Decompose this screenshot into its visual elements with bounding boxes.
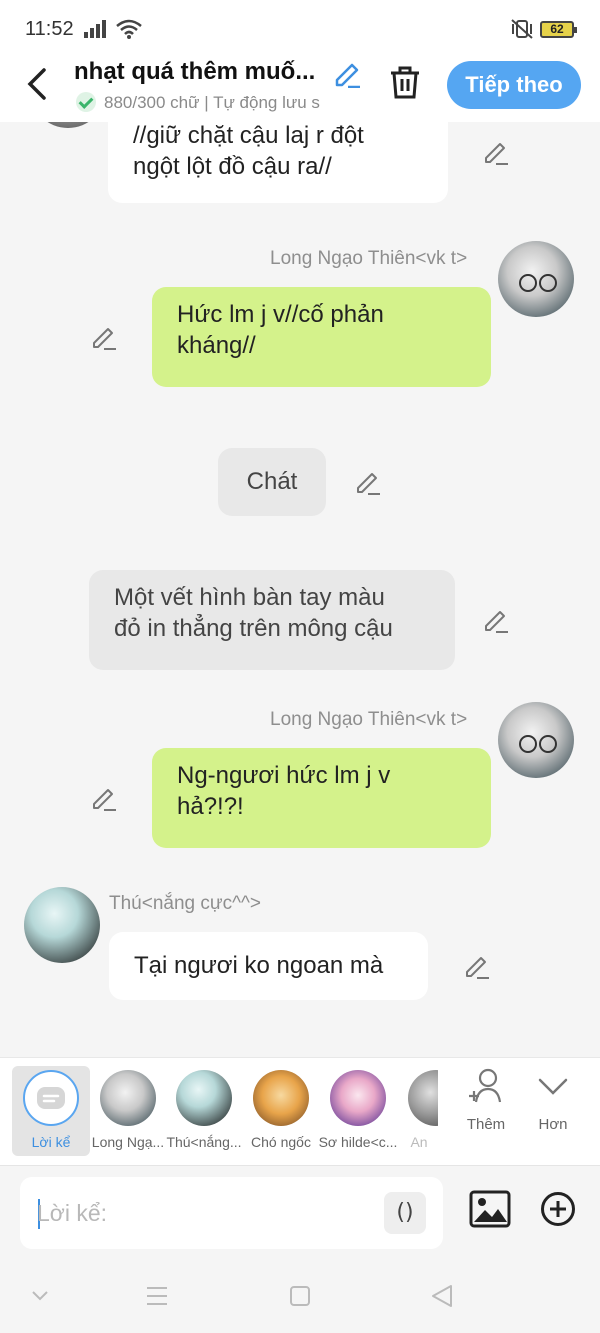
narrator-avatar [23, 1070, 79, 1126]
edit-message-icon[interactable] [90, 784, 118, 812]
character-name: Sơ hilde<c... [318, 1134, 398, 1150]
image-icon[interactable] [469, 1189, 511, 1229]
sender-name: Thú<nắng cực^^> [109, 893, 262, 914]
message-input-box: () [20, 1177, 443, 1249]
message-bubble[interactable]: Ng-ngươi hức lm j v hả?!?! [152, 748, 491, 848]
status-bar: 11:52 62 [0, 0, 600, 56]
back-arrow-icon[interactable] [22, 66, 52, 102]
nav-hide-icon[interactable] [30, 1284, 50, 1308]
more-label: Thêm [466, 1116, 506, 1133]
chat-area[interactable]: //giữ chặt cậu laj r đột ngột lột đồ cậu… [0, 122, 600, 1057]
character-narrator[interactable]: Lời kể [12, 1066, 90, 1156]
character-avatar [100, 1070, 156, 1126]
edit-message-icon[interactable] [90, 323, 118, 351]
character-name: Long Ngạ... [91, 1134, 165, 1150]
edit-message-icon[interactable] [482, 606, 510, 634]
character-name: Lời kể [31, 1134, 71, 1150]
sender-name: Long Ngạo Thiên<vk t> [270, 248, 468, 269]
nav-home-icon[interactable] [289, 1284, 311, 1308]
edit-message-icon[interactable] [482, 138, 510, 166]
avatar-long-ngao-thien[interactable] [498, 241, 574, 317]
message-line: Chát [246, 468, 298, 495]
avatar-glasses-icon [519, 274, 557, 292]
add-character-button[interactable]: Thêm [456, 1068, 516, 1133]
status-time: 11:52 [25, 18, 74, 40]
avatar-glasses-icon [519, 735, 557, 753]
editor-header: nhạt quá thêm muố... 880/300 chữ | Tự độ… [0, 56, 600, 122]
message-bubble[interactable]: Hức lm j v//cố phản kháng// [152, 287, 491, 387]
next-button[interactable]: Tiếp theo [447, 61, 581, 109]
character-avatar [176, 1070, 232, 1126]
vibrate-mute-icon [511, 19, 533, 39]
character-selector: Lời kể Long Ngạ... Thú<nắng... Chó ngốc … [0, 1057, 600, 1165]
edit-title-icon[interactable] [332, 58, 362, 88]
message-line: kháng// [177, 332, 256, 359]
message-bubble[interactable]: Một vết hình bàn tay màu đỏ in thẳng trê… [89, 570, 455, 670]
wifi-icon [116, 19, 142, 39]
avatar-thu[interactable] [24, 887, 100, 963]
character-avatar [253, 1070, 309, 1126]
character-name: An [410, 1134, 428, 1150]
message-line: //giữ chặt cậu laj r đột [133, 122, 364, 149]
word-count-text: 880/300 chữ | Tự động lưu s [104, 93, 320, 112]
character-cho-ngoc[interactable]: Chó ngốc [241, 1066, 321, 1156]
avatar-long-ngao-thien[interactable] [498, 702, 574, 778]
character-long-ngao-thien[interactable]: Long Ngạ... [88, 1066, 168, 1156]
character-an[interactable]: An [400, 1066, 438, 1156]
input-bar: () [0, 1165, 600, 1260]
message-bubble[interactable]: Chát [218, 448, 326, 516]
message-line: Một vết hình bàn tay màu [114, 584, 385, 611]
message-line: Ng-ngươi hức lm j v [177, 762, 391, 789]
nav-back-icon[interactable] [430, 1284, 454, 1308]
character-name: Chó ngốc [251, 1134, 311, 1150]
narration-icon [37, 1087, 65, 1109]
character-thu[interactable]: Thú<nắng... [164, 1066, 244, 1156]
message-line: Tại ngươi ko ngoan mà [134, 952, 384, 979]
message-line: đỏ in thẳng trên mông cậu [114, 615, 393, 642]
chevron-down-icon [538, 1078, 568, 1095]
edit-message-icon[interactable] [354, 468, 382, 496]
less-label: Hơn [538, 1116, 568, 1133]
avatar[interactable] [30, 122, 106, 128]
edit-message-icon[interactable] [463, 952, 491, 980]
character-avatar [408, 1070, 438, 1126]
story-title[interactable]: nhạt quá thêm muố... [74, 58, 330, 86]
message-bubble[interactable]: Tại ngươi ko ngoan mà [109, 932, 428, 1000]
sender-name: Long Ngạo Thiên<vk t> [270, 709, 468, 730]
add-person-icon [469, 1068, 502, 1103]
trash-icon[interactable] [388, 64, 422, 100]
character-so-hilde[interactable]: Sơ hilde<c... [318, 1066, 398, 1156]
message-bubble[interactable]: //giữ chặt cậu laj r đột ngột lột đồ cậu… [108, 122, 448, 203]
collapse-button[interactable]: Hơn [523, 1068, 583, 1133]
message-input[interactable] [37, 1197, 367, 1229]
message-line: ngột lột đồ cậu ra// [133, 153, 332, 180]
signal-icon [84, 20, 106, 38]
system-nav-bar [0, 1260, 600, 1333]
save-status: 880/300 chữ | Tự động lưu s [76, 92, 362, 114]
message-line: hả?!?! [177, 793, 244, 820]
battery-icon: 62 [540, 21, 577, 38]
character-name: Thú<nắng... [166, 1134, 242, 1150]
add-circle-icon[interactable] [540, 1191, 576, 1227]
message-line: Hức lm j v//cố phản [177, 301, 384, 328]
character-avatar [330, 1070, 386, 1126]
parentheses-button[interactable]: () [384, 1192, 426, 1234]
check-icon [76, 92, 96, 112]
nav-menu-icon[interactable] [146, 1284, 168, 1308]
